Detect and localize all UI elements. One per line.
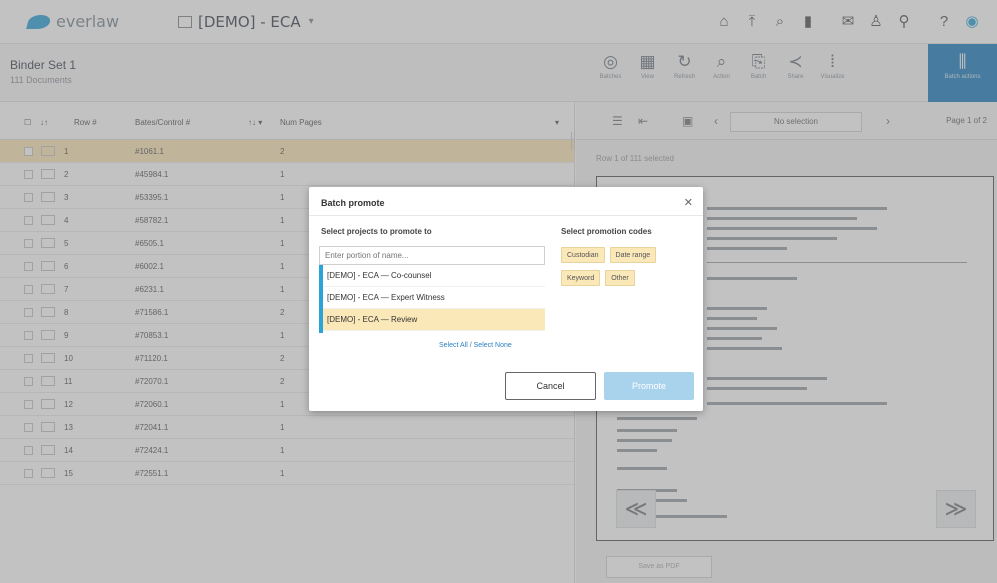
cancel-button[interactable]: Cancel [505,372,596,400]
project-option-expert-witness[interactable]: [DEMO] - ECA — Expert Witness [323,287,545,309]
promote-button[interactable]: Promote [604,372,694,400]
dialog-divider [309,215,703,216]
select-all-none-link[interactable]: Select All / Select None [439,342,512,349]
projects-heading: Select projects to promote to [321,227,432,236]
code-chip-custodian[interactable]: Custodian [561,247,605,263]
code-chip-date-range[interactable]: Date range [609,247,657,263]
codes-heading: Select promotion codes [561,227,652,236]
project-search-input[interactable] [319,246,545,265]
promotion-codes: Custodian Date range Keyword Other [561,247,691,293]
project-option-review[interactable]: [DEMO] - ECA — Review [323,309,545,331]
batch-promote-dialog: Batch promote ✕ Select projects to promo… [309,187,703,411]
close-icon[interactable]: ✕ [684,196,693,209]
dialog-title: Batch promote [321,198,385,208]
project-list: [DEMO] - ECA — Co-counsel [DEMO] - ECA —… [319,265,545,333]
code-chip-other[interactable]: Other [605,270,635,286]
code-chip-keyword[interactable]: Keyword [561,270,601,286]
project-option-co-counsel[interactable]: [DEMO] - ECA — Co-counsel [323,265,545,287]
